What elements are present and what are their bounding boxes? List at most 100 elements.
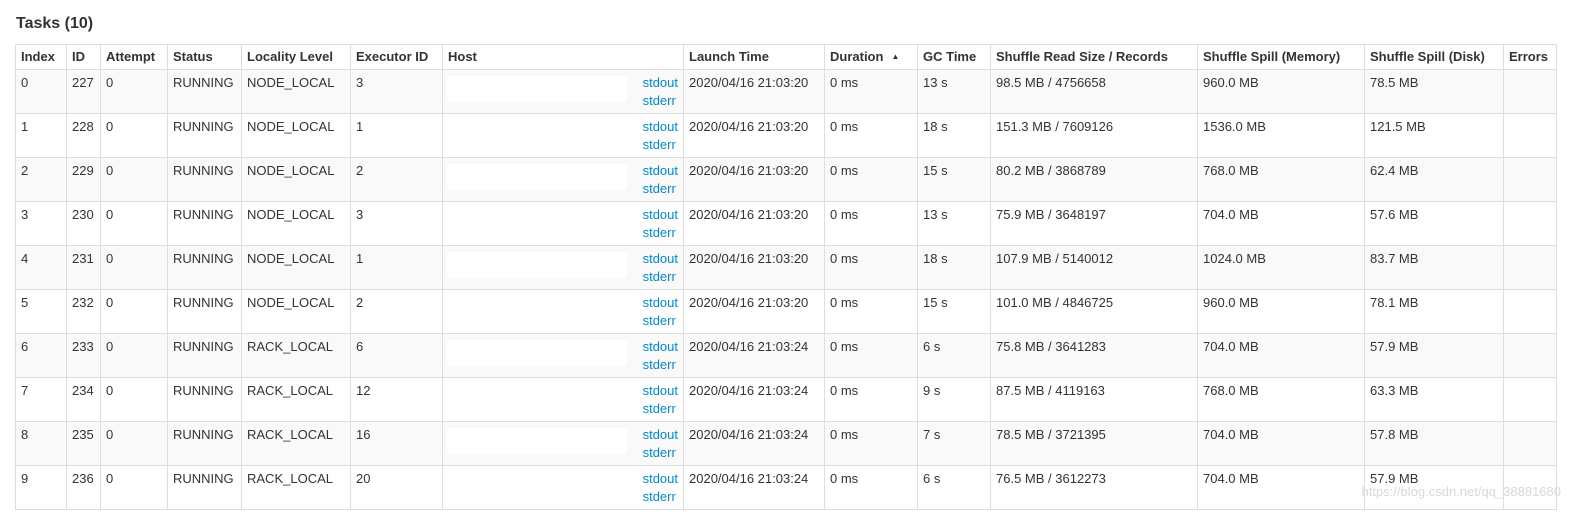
cell-executor-id: 2: [350, 157, 443, 202]
cell-attempt: 0: [100, 289, 168, 334]
cell-executor-id: 3: [350, 201, 443, 246]
cell-index: 9: [15, 465, 67, 510]
stdout-link[interactable]: stdout: [643, 382, 678, 400]
column-header-shuffle-spill-disk[interactable]: Shuffle Spill (Disk): [1364, 44, 1504, 70]
stdout-link[interactable]: stdout: [643, 162, 678, 180]
cell-id: 232: [66, 289, 101, 334]
cell-locality-level: RACK_LOCAL: [241, 421, 351, 466]
stdout-link[interactable]: stdout: [643, 118, 678, 136]
log-links: stdout stderr: [643, 250, 678, 286]
cell-duration: 0 ms: [824, 289, 918, 334]
cell-id: 235: [66, 421, 101, 466]
stderr-link[interactable]: stderr: [643, 356, 678, 374]
cell-id: 230: [66, 201, 101, 246]
cell-gc-time: 13 s: [917, 201, 991, 246]
cell-errors: [1503, 377, 1557, 422]
cell-host: stdout stderr: [442, 289, 684, 334]
cell-status: RUNNING: [167, 201, 242, 246]
stdout-link[interactable]: stdout: [643, 74, 678, 92]
stderr-link[interactable]: stderr: [643, 136, 678, 154]
cell-host: stdout stderr: [442, 201, 684, 246]
column-header-index[interactable]: Index: [15, 44, 67, 70]
column-header-host[interactable]: Host: [442, 44, 684, 70]
stderr-link[interactable]: stderr: [643, 312, 678, 330]
cell-duration: 0 ms: [824, 377, 918, 422]
cell-locality-level: NODE_LOCAL: [241, 289, 351, 334]
log-links: stdout stderr: [643, 118, 678, 154]
column-header-label: Shuffle Spill (Disk): [1370, 49, 1485, 64]
cell-shuffle-spill-memory: 960.0 MB: [1197, 69, 1365, 114]
cell-shuffle-read: 78.5 MB / 3721395: [990, 421, 1198, 466]
column-header-launch-time[interactable]: Launch Time: [683, 44, 825, 70]
table-row: 1 228 0 RUNNING NODE_LOCAL 1 stdout stderr 2020/…: [15, 113, 1557, 158]
column-header-attempt[interactable]: Attempt: [100, 44, 168, 70]
cell-shuffle-spill-memory: 704.0 MB: [1197, 421, 1365, 466]
stderr-link[interactable]: stderr: [643, 444, 678, 462]
cell-status: RUNNING: [167, 289, 242, 334]
cell-errors: [1503, 113, 1557, 158]
watermark: https://blog.csdn.net/qq_38881680: [1361, 484, 1562, 499]
column-header-shuffle-read[interactable]: Shuffle Read Size / Records: [990, 44, 1198, 70]
cell-index: 8: [15, 421, 67, 466]
stderr-link[interactable]: stderr: [643, 180, 678, 198]
stdout-link[interactable]: stdout: [643, 294, 678, 312]
cell-gc-time: 18 s: [917, 113, 991, 158]
log-links: stdout stderr: [643, 162, 678, 198]
column-header-status[interactable]: Status: [167, 44, 242, 70]
host-redacted: [447, 296, 627, 322]
cell-shuffle-read: 75.9 MB / 3648197: [990, 201, 1198, 246]
tasks-table: Index ID Attempt Status Locality Level E…: [15, 44, 1557, 510]
stdout-link[interactable]: stdout: [643, 338, 678, 356]
cell-host: stdout stderr: [442, 113, 684, 158]
column-header-id[interactable]: ID: [66, 44, 101, 70]
cell-status: RUNNING: [167, 465, 242, 510]
column-header-label: Attempt: [106, 49, 156, 64]
cell-index: 3: [15, 201, 67, 246]
column-header-label: Host: [448, 49, 477, 64]
column-header-locality-level[interactable]: Locality Level: [241, 44, 351, 70]
cell-shuffle-spill-memory: 768.0 MB: [1197, 377, 1365, 422]
cell-attempt: 0: [100, 377, 168, 422]
cell-duration: 0 ms: [824, 333, 918, 378]
cell-executor-id: 1: [350, 245, 443, 290]
host-redacted: [447, 120, 627, 146]
stderr-link[interactable]: stderr: [643, 224, 678, 242]
cell-executor-id: 6: [350, 333, 443, 378]
cell-locality-level: NODE_LOCAL: [241, 245, 351, 290]
log-links: stdout stderr: [643, 470, 678, 506]
column-header-errors[interactable]: Errors: [1503, 44, 1557, 70]
cell-errors: [1503, 69, 1557, 114]
stdout-link[interactable]: stdout: [643, 250, 678, 268]
column-header-gc-time[interactable]: GC Time: [917, 44, 991, 70]
stdout-link[interactable]: stdout: [643, 470, 678, 488]
stderr-link[interactable]: stderr: [643, 400, 678, 418]
cell-duration: 0 ms: [824, 421, 918, 466]
cell-host: stdout stderr: [442, 465, 684, 510]
cell-duration: 0 ms: [824, 113, 918, 158]
table-row: 8 235 0 RUNNING RACK_LOCAL 16 stdout stderr 2020…: [15, 421, 1557, 466]
cell-shuffle-spill-disk: 63.3 MB: [1364, 377, 1504, 422]
cell-id: 233: [66, 333, 101, 378]
column-header-executor-id[interactable]: Executor ID: [350, 44, 443, 70]
stdout-link[interactable]: stdout: [643, 206, 678, 224]
host-redacted: [447, 208, 627, 234]
stderr-link[interactable]: stderr: [643, 92, 678, 110]
column-header-label: Locality Level: [247, 49, 333, 64]
stderr-link[interactable]: stderr: [643, 488, 678, 506]
column-header-label: Duration: [830, 49, 884, 64]
cell-errors: [1503, 157, 1557, 202]
cell-locality-level: RACK_LOCAL: [241, 465, 351, 510]
cell-attempt: 0: [100, 69, 168, 114]
stdout-link[interactable]: stdout: [643, 426, 678, 444]
column-header-duration[interactable]: Duration ▲: [824, 44, 918, 70]
cell-id: 228: [66, 113, 101, 158]
cell-errors: [1503, 289, 1557, 334]
cell-attempt: 0: [100, 465, 168, 510]
cell-executor-id: 1: [350, 113, 443, 158]
cell-executor-id: 12: [350, 377, 443, 422]
column-header-label: Errors: [1509, 49, 1549, 64]
cell-attempt: 0: [100, 113, 168, 158]
cell-shuffle-spill-memory: 960.0 MB: [1197, 289, 1365, 334]
column-header-shuffle-spill-memory[interactable]: Shuffle Spill (Memory): [1197, 44, 1365, 70]
stderr-link[interactable]: stderr: [643, 268, 678, 286]
